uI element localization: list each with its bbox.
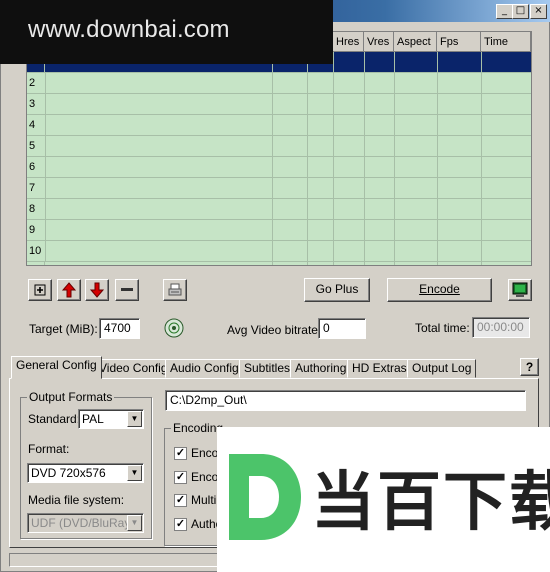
- minus-icon: [121, 288, 133, 291]
- grid-column-line: [394, 52, 395, 265]
- go-plus-button[interactable]: Go Plus: [304, 278, 370, 302]
- row-number[interactable]: 4: [27, 115, 46, 135]
- option-label: Enco: [191, 470, 219, 484]
- chevron-down-icon[interactable]: ▼: [127, 411, 142, 427]
- option-label: Enco: [191, 446, 219, 460]
- format-label: Format:: [28, 442, 70, 456]
- standard-value: PAL: [82, 412, 104, 426]
- grid-row-line: [27, 114, 531, 115]
- grid-row-line: [27, 156, 531, 157]
- tab-authoring[interactable]: Authoring: [290, 359, 352, 378]
- grid-column-line: [437, 52, 438, 265]
- site-logo-overlay: 当百下载: [217, 427, 550, 572]
- output-formats-title: Output Formats: [27, 390, 115, 404]
- move-down-button[interactable]: [85, 279, 109, 301]
- row-number[interactable]: 8: [27, 199, 46, 219]
- grid-row-line: [27, 219, 531, 220]
- grid-column-line: [333, 52, 334, 265]
- printer-icon: [168, 283, 182, 296]
- grid-column-line: [272, 52, 273, 265]
- target-label: Target (MiB):: [29, 322, 98, 336]
- tab-subtitles[interactable]: Subtitles: [239, 359, 296, 378]
- row-number[interactable]: 5: [27, 136, 46, 156]
- tab-general-config[interactable]: General Config: [11, 356, 102, 379]
- logo-d-icon: [229, 454, 301, 540]
- help-button[interactable]: ?: [520, 358, 539, 376]
- minimize-button[interactable]: _: [496, 4, 513, 19]
- row-number[interactable]: 10: [27, 241, 46, 261]
- preview-button[interactable]: [508, 279, 532, 301]
- remove-job-button[interactable]: [115, 279, 139, 301]
- row-number[interactable]: 6: [27, 157, 46, 177]
- tab-audio-config[interactable]: Audio Config: [165, 359, 244, 378]
- maximize-button[interactable]: □: [512, 4, 529, 19]
- total-time-label: Total time:: [415, 321, 470, 335]
- watermark-text: www.downbai.com: [28, 16, 230, 43]
- close-button[interactable]: ×: [530, 4, 547, 19]
- add-job-button[interactable]: [28, 279, 52, 301]
- standard-select[interactable]: PAL ▼: [78, 409, 144, 429]
- grid-row-line: [27, 177, 531, 178]
- column-header-fps[interactable]: Fps: [437, 32, 481, 52]
- grid-column-line: [364, 52, 365, 265]
- grid-row-line: [27, 261, 531, 262]
- tab-hd-extras[interactable]: HD Extras: [347, 359, 412, 378]
- row-number[interactable]: 2: [27, 73, 46, 93]
- column-header-time[interactable]: Time: [481, 32, 531, 52]
- red-up-arrow-icon: [61, 282, 77, 298]
- grid-column-line: [481, 52, 482, 265]
- option-checkbox[interactable]: ✓: [174, 471, 187, 484]
- tab-output-log[interactable]: Output Log: [407, 359, 477, 378]
- total-time-field: 00:00:00: [472, 317, 530, 338]
- job-list-grid[interactable]: Hres Vres Aspect Fps Time 2 3 4 5 6 7 8 …: [26, 31, 532, 266]
- target-size-field[interactable]: 4700: [99, 318, 140, 339]
- column-header-aspect[interactable]: Aspect: [394, 32, 437, 52]
- tab-video-config[interactable]: Video Config: [94, 359, 173, 378]
- logo-text: 当百下载: [311, 466, 550, 540]
- media-file-system-select: UDF (DVD/BluRay) ▼: [27, 513, 144, 533]
- red-down-arrow-icon: [89, 282, 105, 298]
- disc-button[interactable]: [163, 317, 185, 342]
- plus-icon: [34, 284, 46, 296]
- row-number[interactable]: 9: [27, 220, 46, 240]
- media-file-system-label: Media file system:: [28, 493, 125, 507]
- grid-row-line: [27, 240, 531, 241]
- grid-row-line: [27, 135, 531, 136]
- watermark-banner: www.downbai.com: [0, 0, 333, 64]
- grid-row-line: [27, 72, 531, 73]
- column-header-vres[interactable]: Vres: [364, 32, 394, 52]
- monitor-icon: [512, 282, 528, 297]
- column-header-hres[interactable]: Hres: [333, 32, 364, 52]
- row-number[interactable]: 7: [27, 178, 46, 198]
- cd-icon: [164, 318, 184, 338]
- option-checkbox[interactable]: ✓: [174, 518, 187, 531]
- option-checkbox[interactable]: ✓: [174, 447, 187, 460]
- chevron-down-icon: ▼: [127, 515, 142, 531]
- standard-label: Standard:: [28, 412, 81, 426]
- format-select[interactable]: DVD 720x576 ▼: [27, 463, 144, 483]
- avg-bitrate-field[interactable]: 0: [318, 318, 366, 339]
- grid-row-line: [27, 93, 531, 94]
- media-file-system-value: UDF (DVD/BluRay): [31, 516, 135, 530]
- grid-row-line: [27, 198, 531, 199]
- option-checkbox[interactable]: ✓: [174, 494, 187, 507]
- output-path-field[interactable]: C:\D2mp_Out\: [165, 390, 526, 411]
- chevron-down-icon[interactable]: ▼: [127, 465, 142, 481]
- format-value: DVD 720x576: [31, 466, 106, 480]
- row-number[interactable]: 3: [27, 94, 46, 114]
- move-up-button[interactable]: [57, 279, 81, 301]
- grid-column-line: [307, 52, 308, 265]
- encode-button[interactable]: Encode: [387, 278, 492, 302]
- print-button[interactable]: [163, 279, 187, 301]
- avg-bitrate-label: Avg Video bitrate:: [227, 323, 322, 337]
